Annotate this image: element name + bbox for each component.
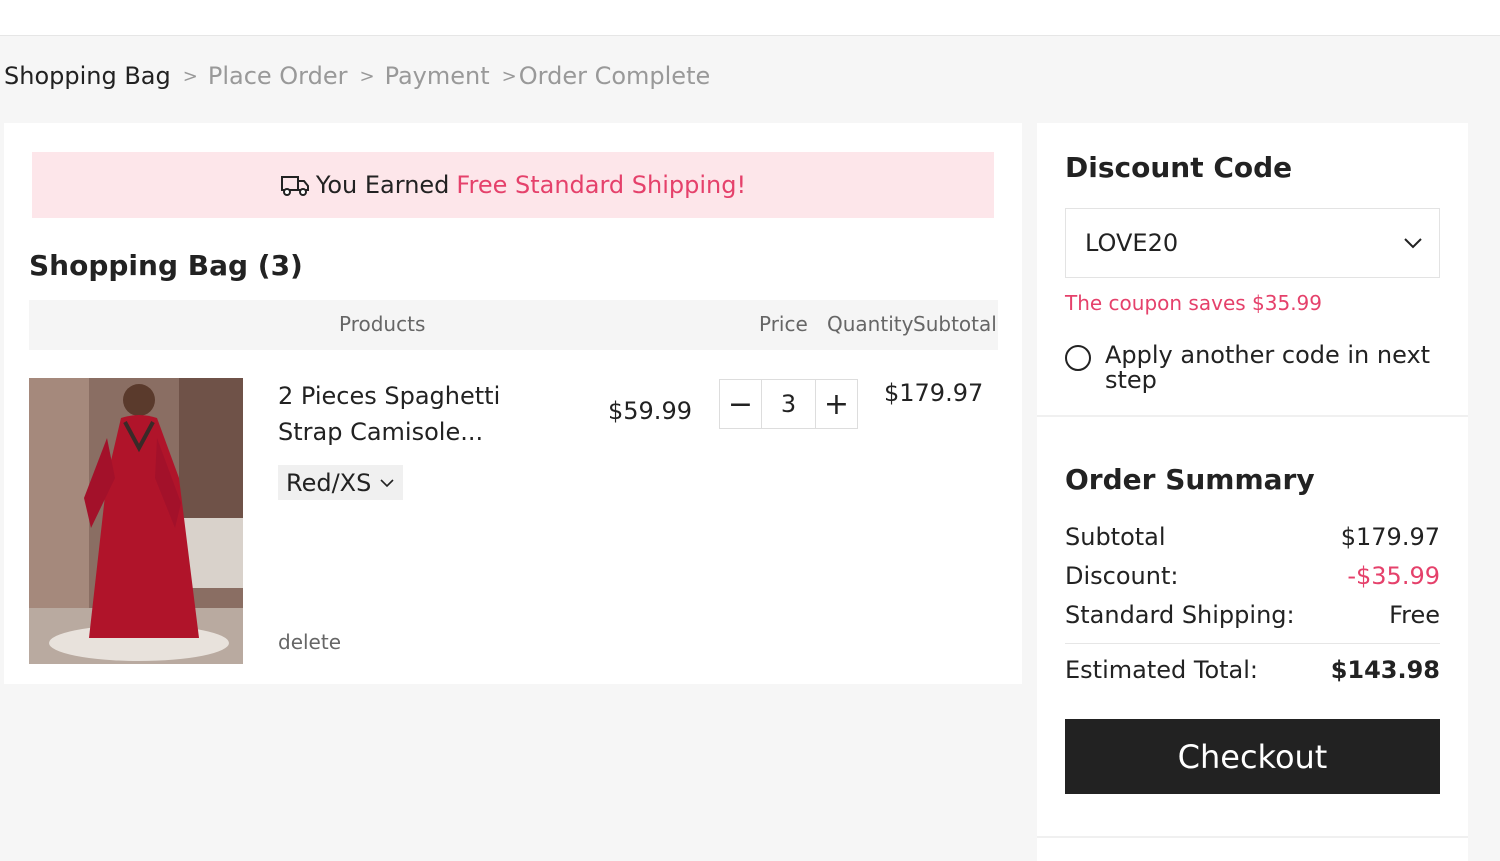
summary-discount-row: Discount: -$35.99 (1065, 562, 1440, 594)
summary-divider (1065, 643, 1440, 644)
breadcrumb-separator: > (182, 65, 198, 87)
breadcrumb-payment: Payment (384, 62, 490, 90)
summary-subtotal-value: $179.97 (1340, 523, 1440, 551)
breadcrumb-place-order: Place Order (207, 62, 348, 90)
increase-quantity-button[interactable]: + (815, 380, 857, 428)
delete-link[interactable]: delete (278, 630, 341, 654)
radio-button[interactable] (1065, 345, 1091, 371)
breadcrumb-separator: > (359, 65, 375, 87)
breadcrumb-order-complete: Order Complete (518, 62, 711, 90)
checkout-sidebar: Discount Code LOVE20 The coupon saves $3… (1037, 123, 1468, 861)
product-image[interactable] (29, 378, 243, 664)
quantity-stepper: − 3 + (719, 379, 858, 429)
coupon-savings-message: The coupon saves $35.99 (1065, 291, 1323, 315)
chevron-down-icon (1404, 238, 1422, 249)
summary-discount-value: -$35.99 (1347, 562, 1440, 590)
order-summary-title: Order Summary (1065, 463, 1315, 496)
breadcrumb-shopping-bag[interactable]: Shopping Bag (4, 62, 171, 90)
bag-title: Shopping Bag (3) (29, 249, 303, 282)
truck-icon (280, 176, 309, 196)
free-shipping-banner: You Earned Free Standard Shipping! (32, 152, 994, 218)
summary-subtotal-label: Subtotal (1065, 523, 1166, 551)
section-divider (1037, 836, 1468, 838)
banner-highlight: Free Standard Shipping! (456, 171, 747, 199)
table-header: Products Price Quantity Subtotal (29, 300, 998, 350)
breadcrumb-separator: > (501, 65, 517, 87)
summary-total-value: $143.98 (1330, 656, 1440, 684)
discount-code-title: Discount Code (1065, 151, 1293, 184)
summary-shipping-row: Standard Shipping: Free (1065, 601, 1440, 633)
apply-later-label: Apply another code in next step (1105, 341, 1431, 394)
discount-code-select[interactable]: LOVE20 (1065, 208, 1440, 278)
col-price: Price (759, 312, 808, 336)
quantity-value[interactable]: 3 (762, 380, 815, 428)
banner-text: You Earned (315, 171, 450, 199)
decrease-quantity-button[interactable]: − (720, 380, 762, 428)
summary-subtotal-row: Subtotal $179.97 (1065, 523, 1440, 555)
shopping-bag-panel: You Earned Free Standard Shipping! Shopp… (4, 123, 1022, 684)
discount-code-value: LOVE20 (1085, 229, 1179, 257)
variant-selector[interactable]: Red/XS (278, 465, 404, 500)
col-quantity: Quantity (827, 312, 914, 336)
col-subtotal: Subtotal (913, 312, 997, 336)
breadcrumb: Shopping Bag > Place Order > Payment > O… (4, 62, 710, 90)
item-subtotal: $179.97 (884, 379, 984, 407)
checkout-button[interactable]: Checkout (1065, 719, 1440, 794)
col-products: Products (339, 312, 426, 336)
summary-discount-label: Discount: (1065, 562, 1179, 590)
product-name[interactable]: 2 Pieces Spaghetti Strap Camisole... (278, 378, 538, 450)
top-bar (0, 0, 1500, 36)
section-divider (1037, 415, 1468, 417)
summary-shipping-label: Standard Shipping: (1065, 601, 1295, 629)
summary-total-row: Estimated Total: $143.98 (1065, 656, 1440, 688)
chevron-down-icon (380, 478, 394, 487)
product-photo (29, 378, 243, 664)
summary-shipping-value: Free (1389, 601, 1440, 629)
variant-label: Red/XS (286, 468, 372, 497)
summary-total-label: Estimated Total: (1065, 656, 1259, 684)
item-price: $59.99 (608, 397, 692, 425)
